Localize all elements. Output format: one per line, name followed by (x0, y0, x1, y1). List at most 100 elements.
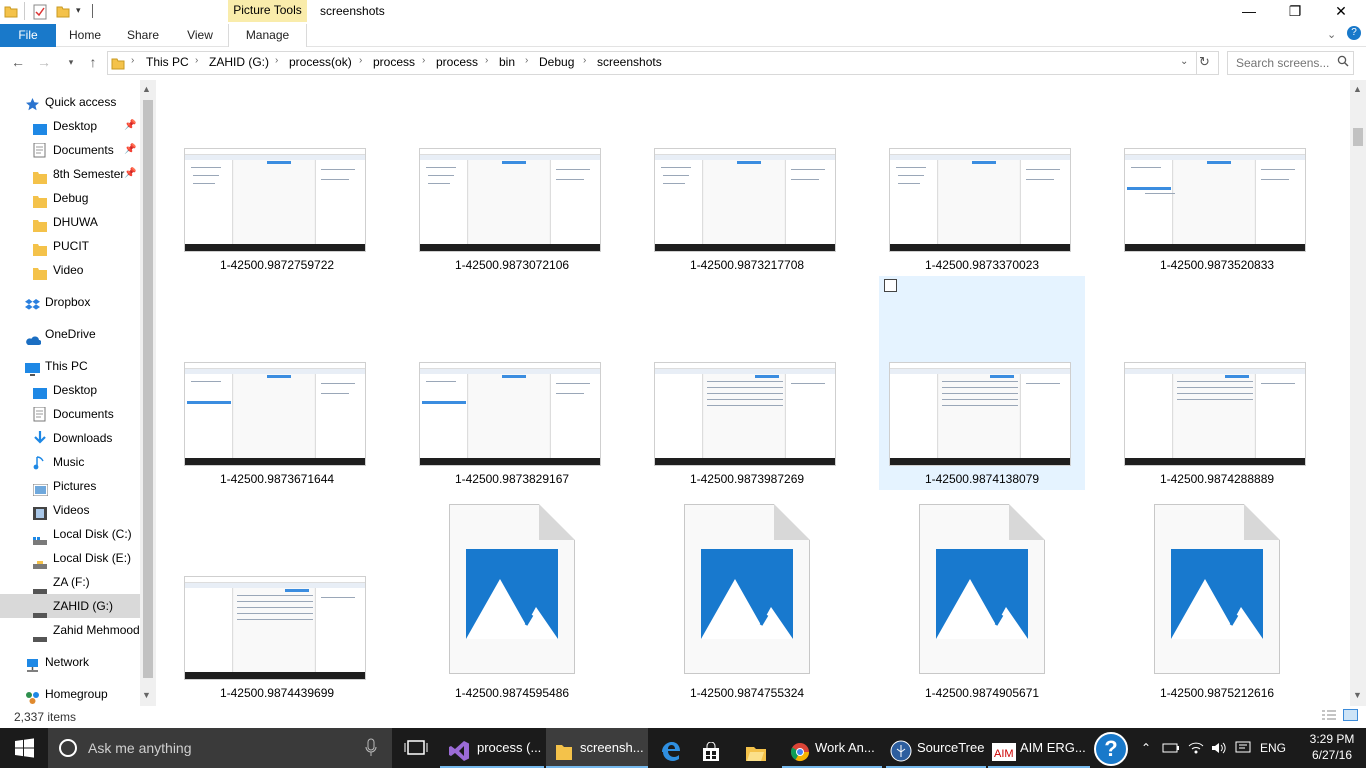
nav-pc-zahid-mehmood[interactable]: Zahid Mehmood (0, 618, 140, 642)
folder-icon[interactable] (4, 4, 18, 18)
new-folder-icon[interactable] (56, 4, 70, 18)
breadcrumb-process-2[interactable]: process (436, 55, 478, 69)
file-tile[interactable]: 1-42500.9872759722 (174, 140, 380, 354)
nav-pc-music[interactable]: Music (0, 450, 140, 474)
tab-home[interactable]: Home (62, 24, 108, 47)
nav-homegroup[interactable]: Homegroup (0, 682, 140, 706)
file-tile[interactable]: 1-42500.9874905671 (879, 504, 1085, 718)
ribbon-expand-icon[interactable]: ⌄ (1327, 28, 1336, 41)
details-view-icon[interactable] (1322, 710, 1336, 725)
nav-pc-videos[interactable]: Videos (0, 498, 140, 522)
taskbar-store[interactable] (692, 728, 730, 768)
breadcrumb-debug[interactable]: Debug (539, 55, 574, 69)
microphone-icon[interactable] (365, 738, 377, 761)
maximize-button[interactable]: ❐ (1272, 0, 1318, 24)
search-box[interactable] (1227, 51, 1354, 75)
properties-icon[interactable] (32, 4, 47, 20)
nav-qa-desktop[interactable]: Desktop 📌 (0, 114, 140, 138)
tab-manage[interactable]: Manage (228, 24, 307, 47)
breadcrumb-separator[interactable]: › (131, 55, 134, 66)
forward-button[interactable]: → (33, 52, 55, 74)
nav-qa-video[interactable]: Video (0, 258, 140, 282)
breadcrumb-separator[interactable]: › (359, 55, 362, 66)
tab-view[interactable]: View (178, 24, 222, 47)
file-tile-selected[interactable]: 1-42500.9874138079 (879, 276, 1085, 490)
file-tile[interactable]: 1-42500.9874595486 (409, 504, 615, 718)
recent-locations-icon[interactable]: ▾ (60, 52, 82, 74)
up-button[interactable]: ↑ (82, 52, 104, 74)
clock-time[interactable]: 3:29 PM (1302, 732, 1362, 746)
nav-qa-pucit[interactable]: PUCIT (0, 234, 140, 258)
search-input[interactable] (1236, 53, 1336, 73)
nav-pc-desktop[interactable]: Desktop (0, 378, 140, 402)
breadcrumb-separator[interactable]: › (583, 55, 586, 66)
taskbar-chrome[interactable]: Work An... (782, 728, 882, 768)
tab-share[interactable]: Share (120, 24, 166, 47)
file-tile[interactable]: 1-42500.9873671644 (174, 354, 380, 568)
breadcrumb-separator[interactable]: › (275, 55, 278, 66)
taskbar-aim[interactable]: AIM AIM ERG... (988, 728, 1090, 768)
scroll-down-icon[interactable]: ▼ (142, 690, 151, 700)
breadcrumb-separator[interactable]: › (485, 55, 488, 66)
nav-pc-downloads[interactable]: Downloads (0, 426, 140, 450)
nav-pane-scroll-thumb[interactable] (143, 100, 153, 678)
breadcrumb-separator[interactable]: › (525, 55, 528, 66)
taskbar-sourcetree[interactable]: SourceTree (886, 728, 986, 768)
taskbar-visual-studio[interactable]: process (... (440, 728, 544, 768)
close-button[interactable]: ✕ (1318, 0, 1364, 24)
taskbar-explorer[interactable] (736, 728, 776, 768)
large-icons-view-icon[interactable] (1343, 709, 1358, 721)
file-tile[interactable]: 1-42500.9874755324 (644, 504, 850, 718)
scroll-down-icon[interactable]: ▼ (1353, 690, 1362, 700)
file-tile[interactable]: 1-42500.9873217708 (644, 140, 850, 354)
action-center-icon[interactable] (1232, 728, 1254, 768)
help-question-icon[interactable]: ? (1094, 732, 1128, 766)
nav-qa-8th-semester[interactable]: 8th Semester 📌 (0, 162, 140, 186)
language-indicator[interactable]: ENG (1258, 728, 1288, 768)
power-icon[interactable] (1160, 728, 1182, 768)
task-view-icon[interactable] (404, 738, 428, 761)
taskbar-file-explorer-screenshots[interactable]: screensh... (546, 728, 648, 768)
scroll-up-icon[interactable]: ▲ (142, 84, 151, 94)
selection-checkbox[interactable] (884, 279, 897, 292)
nav-pc-za-f[interactable]: ZA (F:) (0, 570, 140, 594)
breadcrumb-screenshots[interactable]: screenshots (597, 55, 662, 69)
qat-dropdown-icon[interactable]: ▾ (76, 5, 81, 16)
breadcrumb-this-pc[interactable]: This PC (146, 55, 189, 69)
wifi-icon[interactable] (1184, 728, 1208, 768)
breadcrumb-process-ok[interactable]: process(ok) (289, 55, 352, 69)
breadcrumb-drive[interactable]: ZAHID (G:) (209, 55, 269, 69)
clock-date[interactable]: 6/27/16 (1302, 748, 1362, 762)
minimize-button[interactable]: — (1226, 0, 1272, 24)
nav-qa-dhuwa[interactable]: DHUWA (0, 210, 140, 234)
address-dropdown-icon[interactable]: ⌄ (1180, 56, 1188, 67)
nav-qa-documents[interactable]: Documents 📌 (0, 138, 140, 162)
nav-quick-access[interactable]: Quick access (0, 90, 140, 114)
nav-onedrive[interactable]: OneDrive (0, 322, 140, 346)
nav-pc-local-disk-e[interactable]: Local Disk (E:) (0, 546, 140, 570)
content-scrollbar[interactable] (1350, 80, 1366, 706)
file-tile[interactable]: 1-42500.9875212616 (1114, 504, 1320, 718)
volume-icon[interactable] (1208, 728, 1230, 768)
nav-this-pc[interactable]: This PC (0, 354, 140, 378)
nav-pc-documents[interactable]: Documents (0, 402, 140, 426)
breadcrumb-process[interactable]: process (373, 55, 415, 69)
breadcrumb-separator[interactable]: › (422, 55, 425, 66)
nav-pc-zahid-g[interactable]: ZAHID (G:) (0, 594, 140, 618)
address-bar[interactable] (107, 51, 1219, 75)
back-button[interactable]: ← (7, 52, 29, 74)
nav-dropbox[interactable]: Dropbox (0, 290, 140, 314)
show-hidden-icons-icon[interactable]: ⌃ (1136, 728, 1156, 768)
scroll-up-icon[interactable]: ▲ (1353, 84, 1362, 94)
nav-pc-local-disk-c[interactable]: Local Disk (C:) (0, 522, 140, 546)
nav-qa-debug[interactable]: Debug (0, 186, 140, 210)
nav-pc-pictures[interactable]: Pictures (0, 474, 140, 498)
help-icon[interactable]: ? (1347, 26, 1361, 40)
file-tile[interactable]: 1-42500.9873072106 (409, 140, 615, 354)
breadcrumb-separator[interactable]: › (195, 55, 198, 66)
content-scroll-thumb[interactable] (1353, 128, 1363, 146)
start-button[interactable] (0, 728, 48, 768)
refresh-icon[interactable]: ↻ (1199, 54, 1210, 70)
tab-file[interactable]: File (0, 24, 56, 47)
taskbar-edge[interactable] (650, 728, 688, 768)
